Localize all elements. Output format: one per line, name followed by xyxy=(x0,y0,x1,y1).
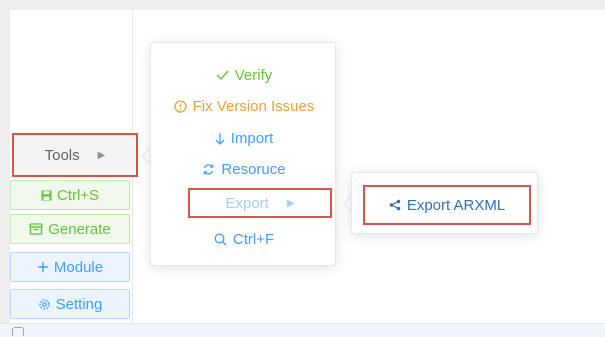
bottom-panel-strip xyxy=(0,323,605,337)
save-button[interactable]: Ctrl+S xyxy=(10,180,130,210)
archive-icon xyxy=(29,223,43,235)
generate-label: Generate xyxy=(48,220,111,238)
save-icon xyxy=(41,190,52,201)
setting-label: Setting xyxy=(55,295,103,313)
share-icon xyxy=(389,199,401,211)
export-arxml-label: Export ARXML xyxy=(406,196,506,214)
verify-label: Verify xyxy=(234,66,273,84)
generate-button[interactable]: Generate xyxy=(10,214,130,244)
add-module-button[interactable]: Module xyxy=(10,252,130,282)
menu-item-find[interactable]: Ctrl+F xyxy=(151,227,337,251)
search-icon xyxy=(214,233,227,246)
module-label: Module xyxy=(53,258,104,276)
fix-version-issues-label: Fix Version Issues xyxy=(192,97,315,115)
menu-item-verify[interactable]: Verify xyxy=(151,63,337,87)
menu-item-fix-version-issues[interactable]: Fix Version Issues xyxy=(151,94,337,118)
plus-icon xyxy=(37,261,49,273)
check-icon xyxy=(216,70,229,80)
menu-item-export[interactable]: Export ▶ xyxy=(188,188,332,218)
find-label: Ctrl+F xyxy=(232,230,275,248)
gear-icon xyxy=(38,298,51,311)
tools-menu: Verify Fix Version Issues Import Resoruc… xyxy=(150,42,336,266)
panel-icon xyxy=(12,327,24,336)
save-label: Ctrl+S xyxy=(56,186,100,204)
tools-button[interactable]: Tools ▶ xyxy=(12,133,138,177)
tools-label: Tools xyxy=(44,146,80,164)
setting-button[interactable]: Setting xyxy=(10,289,130,319)
caret-right-icon: ▶ xyxy=(97,149,106,161)
menu-item-export-arxml[interactable]: Export ARXML xyxy=(363,185,531,225)
menu-item-resoruce[interactable]: Resoruce xyxy=(151,157,337,181)
menu-item-import[interactable]: Import xyxy=(151,126,337,150)
arrow-down-icon xyxy=(215,132,225,145)
export-label: Export xyxy=(225,194,269,212)
warning-circle-icon xyxy=(173,99,187,113)
resoruce-label: Resoruce xyxy=(221,160,286,178)
caret-right-icon: ▶ xyxy=(286,197,295,209)
refresh-icon xyxy=(202,163,215,176)
import-label: Import xyxy=(230,129,274,147)
